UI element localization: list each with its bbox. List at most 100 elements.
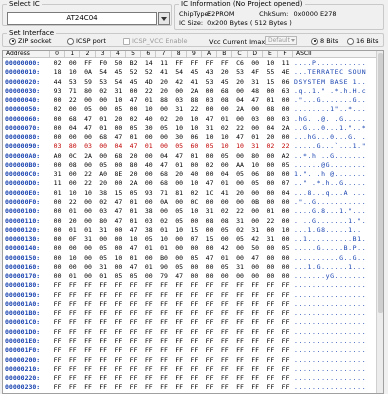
row-ascii: ................ (294, 281, 367, 290)
row-address: 000000F0: (5, 197, 41, 206)
hex-row: 00000100: 00 01 00 03 47 01 38 00 05 10 31 02 22 00 01 0… (3, 207, 383, 216)
byte-cell[interactable]: FF (277, 346, 294, 355)
row-ascii: . ..G.......1.". (294, 216, 367, 225)
bits8-label: 8 Bits (320, 37, 339, 45)
byte-cell[interactable]: 07 (277, 179, 294, 188)
ic-information-group: IC Information (No Project opened) ChipT… (174, 0, 384, 30)
byte-cell[interactable]: 63 (277, 87, 294, 96)
hex-editor-grid[interactable]: Address 0 1 2 3 4 5 6 7 8 9 A B C D E F ASCII 00000000: 02… (2, 50, 384, 394)
byte-cell[interactable]: 00 (277, 235, 294, 244)
byte-cell[interactable]: 04 (277, 189, 294, 198)
hex-row: 00000060: 00 68 47 01 20 02 40 02 20 10 47 01 00 03 00 0… (3, 114, 383, 124)
byte-cell[interactable]: FF (277, 291, 294, 300)
hex-row: 00000070: 00 04 47 01 00 05 30 05 10 10 31 02 22 00 04 2… (3, 123, 383, 133)
row-ascii: ................ (294, 309, 367, 318)
scrollbar-thumb[interactable] (378, 53, 383, 313)
byte-cell[interactable]: 00 (277, 272, 294, 281)
row-ascii: ................ (294, 318, 367, 327)
select-ic-group: Select IC AT24C04 (2, 0, 172, 26)
byte-cell[interactable]: FF (277, 281, 294, 290)
bits16-radio[interactable]: 16 Bits (347, 37, 379, 45)
header-col-6: 6 (141, 51, 157, 58)
row-ascii: .....G.....B.P.. (294, 244, 367, 253)
row-address: 00000100: (5, 207, 41, 216)
byte-cell[interactable]: 00 (277, 263, 294, 272)
row-address: 000001D0: (5, 327, 41, 336)
byte-cell[interactable]: 10 (277, 226, 294, 235)
header-col-4: 4 (110, 51, 126, 58)
byte-cell[interactable]: 06 (277, 78, 294, 87)
zip-socket-radio-dot[interactable] (9, 37, 16, 45)
byte-cell[interactable]: 22 (277, 142, 294, 151)
header-col-b: B (217, 51, 233, 58)
byte-cell[interactable]: 11 (277, 59, 294, 68)
byte-cell[interactable]: 05 (277, 161, 294, 170)
byte-cell[interactable]: 00 (277, 170, 294, 179)
row-address: 00000070: (5, 123, 41, 132)
row-address: 00000000: (5, 59, 41, 67)
byte-cell[interactable]: 03 (277, 115, 294, 124)
hex-row: 00000020: 44 53 59 53 54 45 4D 20 42 41 53 45 20 31 15 0… (3, 78, 383, 87)
hex-rows: 00000000: 02 00 FF F0 50 B2 14 11 FF FF FF FF C6 00 10 1… (3, 59, 383, 393)
byte-cell[interactable]: FF (277, 318, 294, 327)
zip-socket-radio[interactable]: ZIP socket (9, 37, 51, 45)
row-ascii: ................ (294, 336, 367, 345)
byte-cell[interactable]: A2 (277, 152, 294, 161)
byte-cell[interactable]: 00 (277, 254, 294, 263)
icsp-port-radio-dot[interactable] (67, 37, 74, 45)
header-col-8: 8 (171, 51, 187, 58)
row-address: 000000C0: (5, 170, 41, 179)
vertical-scrollbar[interactable] (376, 51, 383, 393)
byte-cell[interactable]: 00 (277, 105, 294, 114)
byte-cell[interactable]: FF (277, 356, 294, 365)
byte-cell[interactable]: 4E (277, 68, 294, 77)
icsp-vcc-checkbox-box[interactable] (123, 37, 130, 45)
icsp-port-radio[interactable]: ICSP port (67, 37, 106, 45)
vcc-current-label: Vcc Current Imax: (209, 38, 268, 46)
hex-row: 000001C0: FF FF FF FF FF FF FF FF FF FF FF FF FF FF FF F… (3, 318, 383, 327)
byte-cell[interactable]: 00 (277, 198, 294, 207)
vcc-current-select[interactable]: Default (265, 36, 297, 45)
row-address: 00000210: (5, 364, 41, 373)
byte-cell[interactable]: FF (277, 374, 294, 383)
row-address: 000001B0: (5, 309, 41, 318)
byte-cell[interactable]: FF (277, 300, 294, 309)
ic-name-field[interactable]: AT24C04 (7, 12, 157, 25)
bits8-radio-dot[interactable] (311, 37, 318, 45)
hex-row: 000000D0: 11 00 22 20 00 2A 00 68 00 10 47 01 00 05 00 0… (3, 179, 383, 188)
byte-cell[interactable]: 00 (277, 217, 294, 226)
hex-row: 00000010: 18 10 0A 54 45 52 52 41 54 45 43 20 53 4F 55 4… (3, 68, 383, 77)
row-ascii: ..1..........B1. (294, 235, 367, 244)
hex-row: 00000120: 00 01 01 31 00 47 38 01 10 15 00 05 02 31 00 1… (3, 226, 383, 235)
hex-row: 00000190: FF FF FF FF FF FF FF FF FF FF FF FF FF FF FF F… (3, 291, 383, 300)
row-address: 00000090: (5, 142, 41, 151)
byte-cell[interactable]: FF (277, 328, 294, 337)
bits16-radio-dot[interactable] (347, 37, 354, 45)
byte-cell[interactable]: FF (277, 365, 294, 374)
row-ascii: .hG. .@. .G..... (294, 114, 367, 123)
byte-cell[interactable]: FF (277, 383, 294, 392)
row-address: 00000050: (5, 105, 41, 114)
chip-type-label: ChipType: (179, 10, 211, 18)
hex-row: 000001F0: FF FF FF FF FF FF FF FF FF FF FF FF FF FF FF F… (3, 346, 383, 355)
row-ascii: .." .*.h..G..... (294, 179, 367, 188)
hex-row: 000000C0: 31 00 22 A0 8E 20 00 68 20 40 00 04 05 06 80 0… (3, 170, 383, 179)
bits16-label: 16 Bits (356, 37, 379, 45)
header-col-3: 3 (95, 51, 111, 58)
byte-cell[interactable]: 2A (277, 124, 294, 133)
hex-row: 00000140: 00 00 00 05 00 47 01 01 00 00 00 42 00 50 00 0… (3, 244, 383, 253)
ic-select-dropdown-button[interactable] (158, 12, 170, 25)
byte-cell[interactable]: 05 (277, 244, 294, 253)
byte-cell[interactable]: 00 (277, 96, 294, 105)
header-col-9: 9 (186, 51, 202, 58)
byte-cell[interactable]: FF (277, 309, 294, 318)
zip-socket-label: ZIP socket (18, 37, 52, 45)
byte-cell[interactable]: 00 (277, 133, 294, 142)
header-col-f: F (278, 51, 294, 58)
byte-cell[interactable]: FF (277, 337, 294, 346)
bits8-radio[interactable]: 8 Bits (311, 37, 338, 45)
row-address: 00000160: (5, 262, 41, 271)
icsp-vcc-checkbox[interactable]: ICSP_VCC Enable (123, 37, 187, 45)
set-interface-group: Set Interface ZIP socket ICSP port ICSP_… (2, 29, 384, 47)
byte-cell[interactable]: 00 (277, 207, 294, 216)
